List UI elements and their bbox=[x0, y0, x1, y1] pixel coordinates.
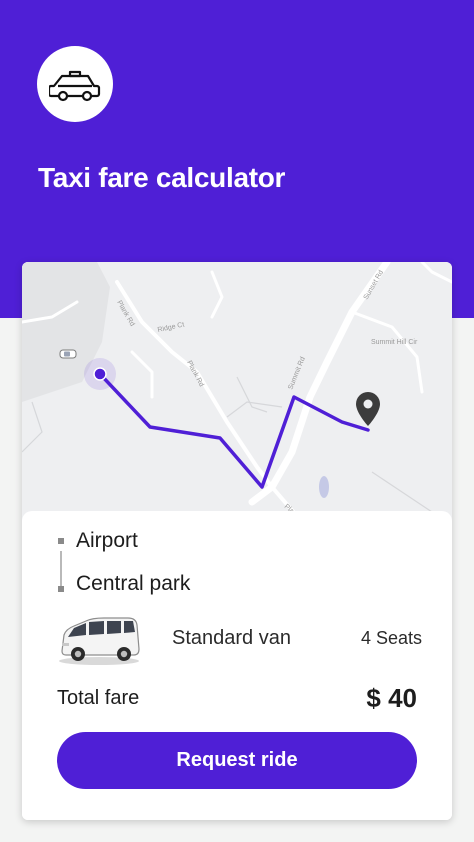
request-ride-button[interactable]: Request ride bbox=[57, 732, 417, 789]
car-marker-icon bbox=[59, 349, 77, 359]
map-road-label: Ridge Ct bbox=[157, 321, 185, 334]
origin-label[interactable]: Airport bbox=[76, 529, 138, 553]
map-road bbox=[371, 471, 433, 513]
map-road-label: Sunset Rd bbox=[363, 269, 385, 301]
destination-dot-icon bbox=[58, 586, 64, 592]
map-water bbox=[319, 476, 329, 498]
app-logo bbox=[37, 46, 113, 122]
origin-dot-icon bbox=[58, 538, 64, 544]
map-road-label: Summit Rd bbox=[287, 356, 306, 391]
total-fare-label: Total fare bbox=[57, 687, 140, 709]
map-road bbox=[22, 401, 43, 453]
trip-panel: Airport Central park Standard van 4 Seat… bbox=[22, 511, 452, 820]
destination-label[interactable]: Central park bbox=[76, 572, 190, 596]
route-map[interactable]: Sunset Rd Summit Rd Summit Hill Cir Ridg… bbox=[22, 262, 452, 522]
page-title: Taxi fare calculator bbox=[38, 162, 286, 193]
vehicle-name[interactable]: Standard van bbox=[172, 627, 291, 650]
total-fare-value: $ 40 bbox=[366, 683, 417, 713]
map-road-label: Plank Rd bbox=[185, 360, 205, 388]
map-road bbox=[130, 350, 154, 399]
taxi-icon bbox=[49, 70, 101, 102]
current-location-icon[interactable] bbox=[84, 358, 116, 390]
map-road bbox=[420, 262, 452, 284]
map-road bbox=[350, 310, 424, 394]
map-pin-icon[interactable] bbox=[356, 392, 380, 426]
map-road bbox=[226, 401, 283, 418]
route-connector bbox=[60, 551, 62, 587]
van-icon bbox=[56, 613, 142, 667]
fare-card: Sunset Rd Summit Rd Summit Hill Cir Ridg… bbox=[22, 262, 452, 820]
seat-count: 4 Seats bbox=[360, 628, 422, 648]
map-road bbox=[210, 270, 224, 319]
map-road-label: Summit Hill Cir bbox=[371, 339, 418, 346]
